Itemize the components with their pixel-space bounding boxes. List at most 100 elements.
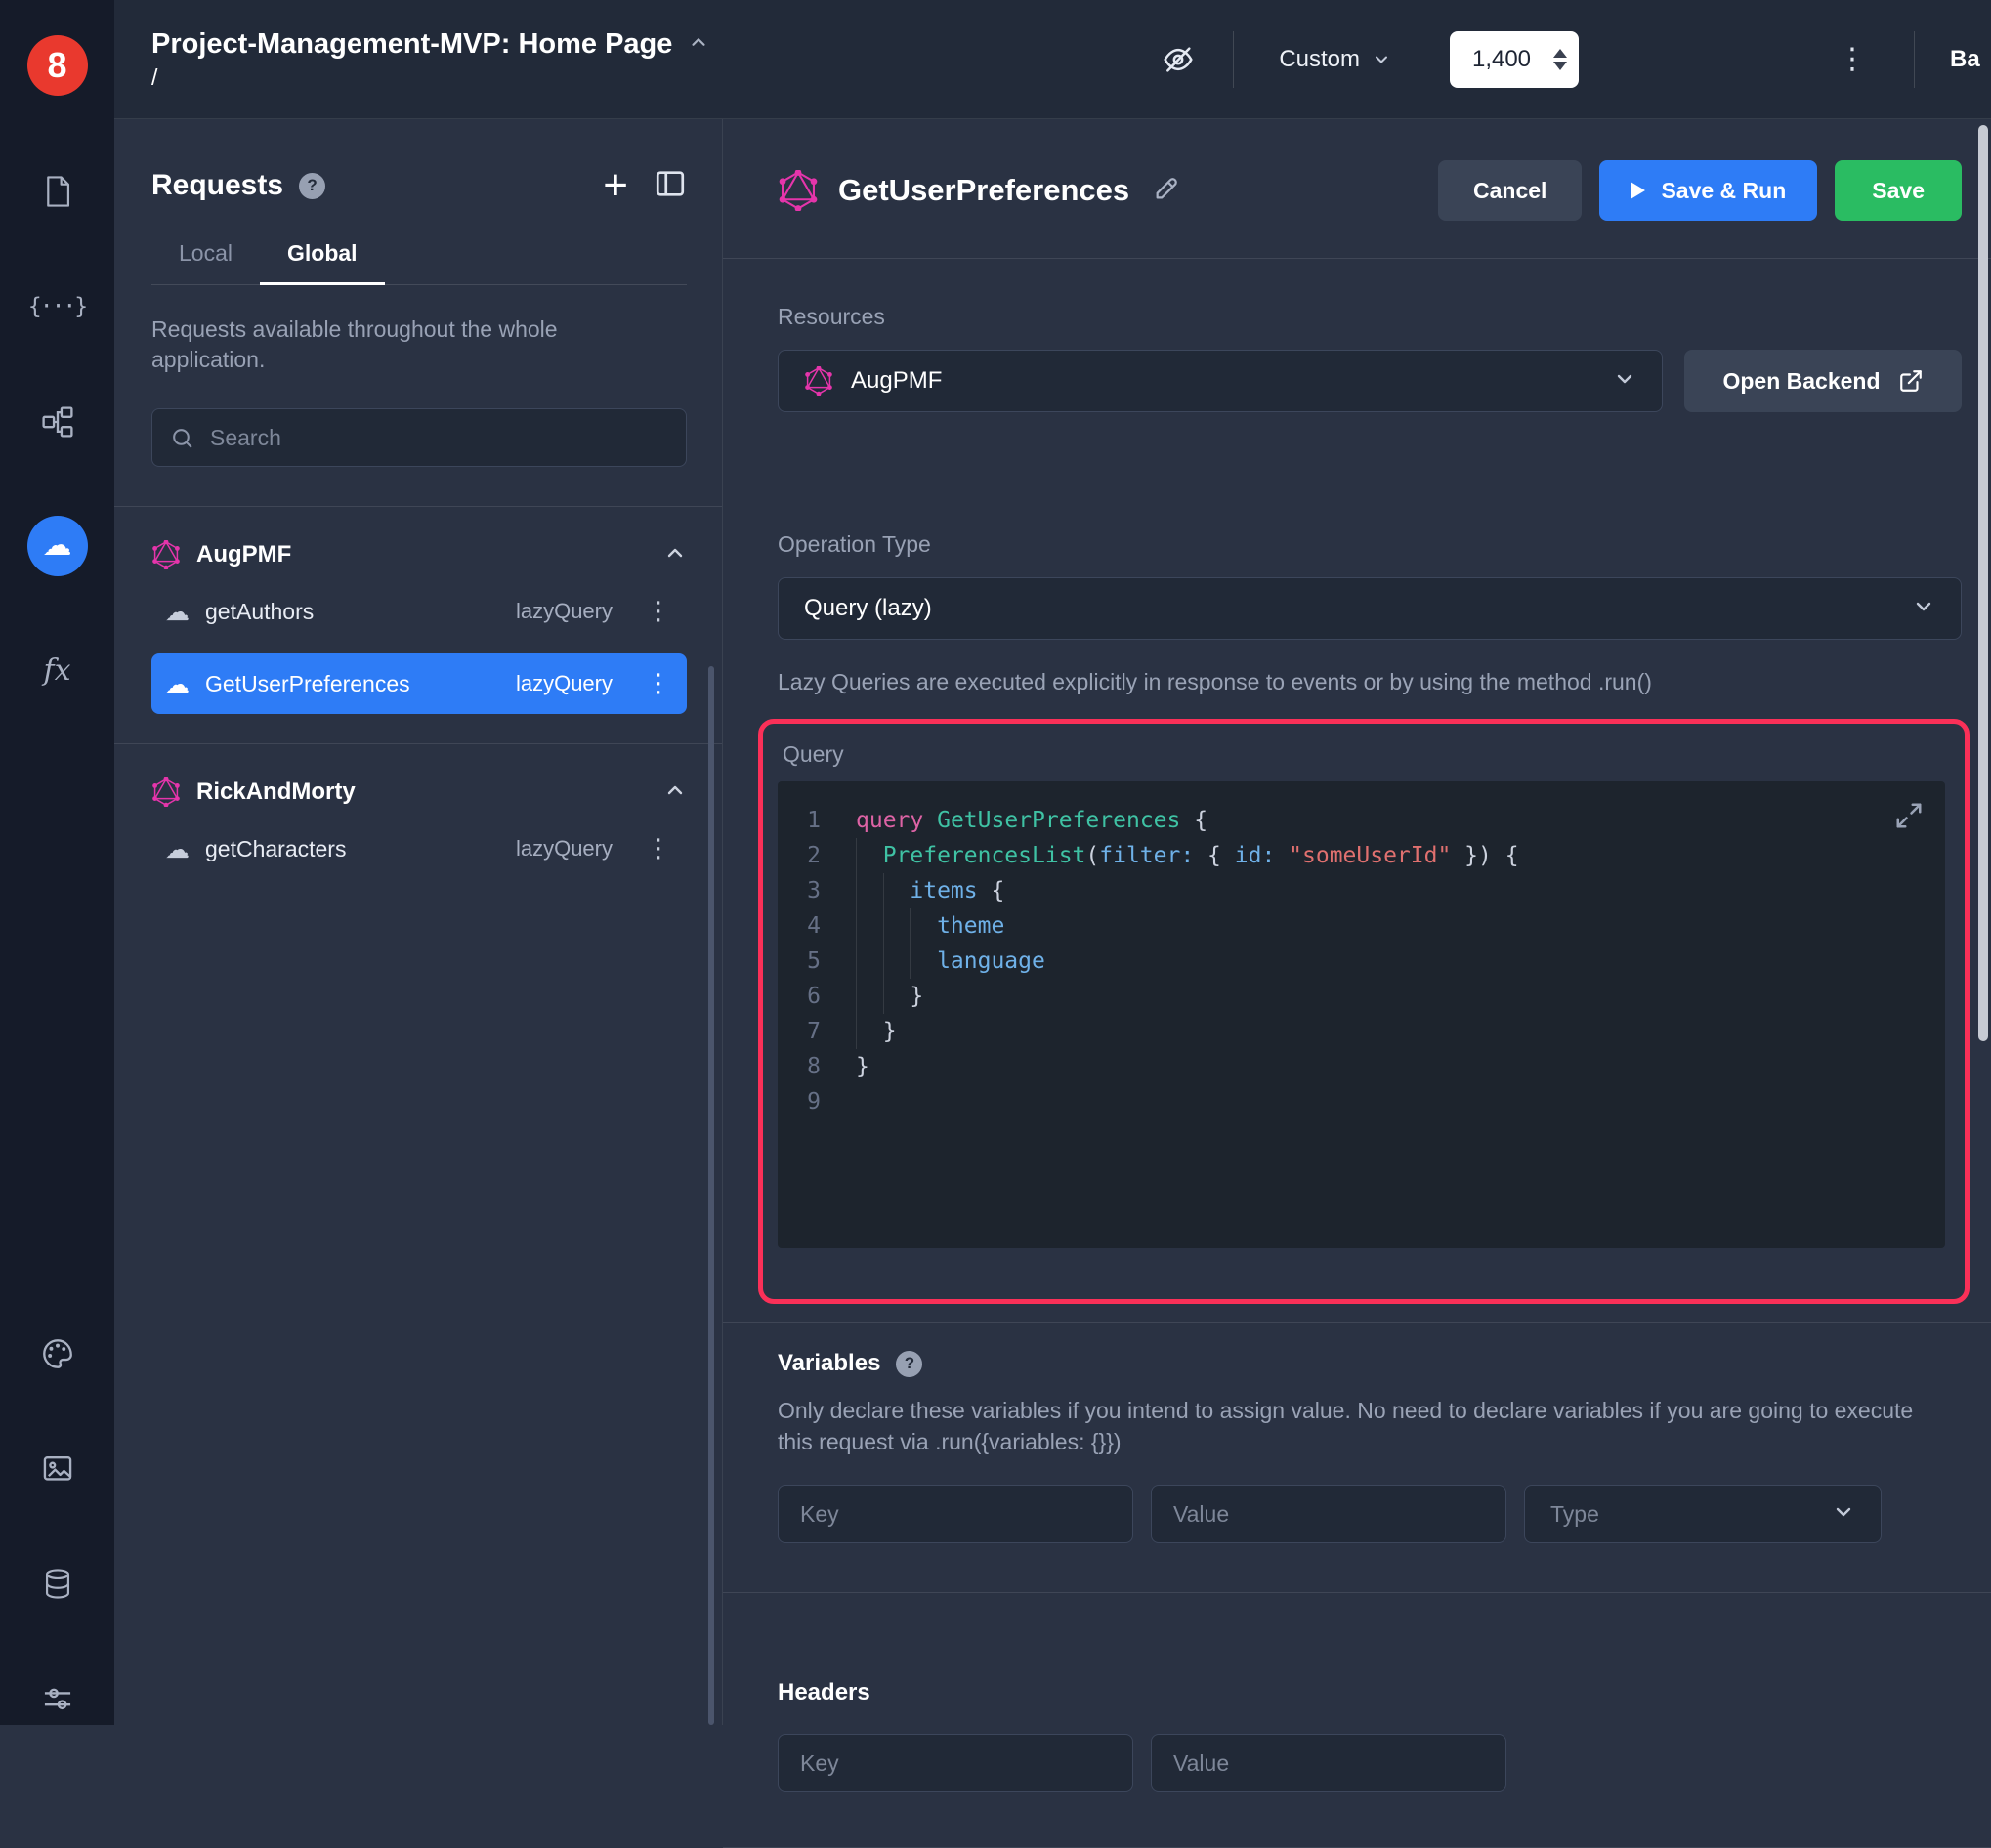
play-icon	[1631, 182, 1646, 199]
right-column: Project-Management-MVP: Home Page / Cust…	[114, 0, 1991, 1848]
state-nav-button[interactable]: {···}	[28, 285, 88, 328]
headers-key-field[interactable]	[778, 1734, 1133, 1793]
headers-value-field[interactable]	[1151, 1734, 1506, 1793]
request-item-getcharacters[interactable]: ☁ getCharacters lazyQuery ⋮	[151, 819, 687, 879]
palette-icon	[42, 1339, 72, 1368]
theme-nav-button[interactable]	[36, 1332, 79, 1375]
clipped-right-label[interactable]: Ba	[1950, 46, 1991, 73]
rename-button[interactable]	[1153, 175, 1180, 207]
cloud-icon: ☁	[165, 669, 190, 698]
save-and-run-label: Save & Run	[1661, 177, 1787, 203]
save-button[interactable]: Save	[1835, 160, 1962, 221]
stepper-arrows[interactable]	[1553, 48, 1579, 70]
graphql-icon	[805, 366, 832, 396]
topbar-menu-button[interactable]: ⋮	[1828, 42, 1877, 76]
topbar-divider	[1233, 30, 1235, 88]
divider	[723, 1322, 1991, 1323]
collapse-group-button[interactable]	[663, 778, 687, 807]
canvas-width-stepper[interactable]: 1,400	[1450, 30, 1579, 88]
tab-local[interactable]: Local	[151, 240, 260, 284]
variables-title: Variables	[778, 1350, 881, 1376]
search-input[interactable]: Search	[151, 408, 687, 468]
lazy-query-hint: Lazy Queries are executed explicitly in …	[778, 669, 1652, 694]
preview-visibility-button[interactable]	[1163, 44, 1194, 75]
pencil-icon	[1156, 177, 1177, 198]
pages-nav-button[interactable]	[36, 170, 79, 213]
request-item-getuserpreferences-selected[interactable]: ☁ GetUserPreferences lazyQuery ⋮	[151, 653, 687, 715]
document-icon	[46, 176, 69, 207]
requests-nav-button-active[interactable]: ☁	[26, 516, 88, 576]
divider	[723, 1592, 1991, 1594]
variables-help-icon[interactable]: ?	[896, 1350, 923, 1377]
variables-key-field[interactable]	[778, 1485, 1133, 1544]
cloud-icon: ☁	[42, 528, 72, 563]
app-logo[interactable]: 8	[26, 35, 88, 96]
variables-value-field[interactable]	[1151, 1485, 1506, 1544]
chevron-up-icon[interactable]	[688, 31, 709, 58]
request-item-getauthors[interactable]: ☁ getAuthors lazyQuery ⋮	[151, 581, 687, 642]
resource-select[interactable]: AugPMF	[778, 350, 1663, 412]
chevron-up-icon	[667, 548, 683, 557]
operation-type-value: Query (lazy)	[804, 595, 932, 621]
page-title: Project-Management-MVP: Home Page	[151, 27, 673, 60]
variables-type-select[interactable]: Type	[1524, 1485, 1882, 1544]
headers-title: Headers	[778, 1679, 870, 1706]
request-menu-button[interactable]: ⋮	[628, 834, 671, 863]
cloud-icon: ☁	[165, 834, 190, 863]
expand-editor-button[interactable]	[1894, 801, 1924, 841]
add-request-button[interactable]: +	[603, 164, 628, 207]
topbar-right: Custom 1,400 ⋮ Ba	[1163, 30, 1991, 88]
expand-icon	[1896, 803, 1922, 828]
collapse-group-button[interactable]	[663, 541, 687, 569]
operation-type-select[interactable]: Query (lazy)	[778, 577, 1962, 640]
code-lines: 1 query GetUserPreferences {2 Preferences…	[807, 808, 1519, 1114]
open-backend-label: Open Backend	[1722, 367, 1881, 394]
tab-global[interactable]: Global	[259, 240, 385, 285]
save-and-run-button[interactable]: Save & Run	[1599, 160, 1818, 221]
request-menu-button[interactable]: ⋮	[628, 669, 671, 698]
query-code-editor[interactable]: 1 query GetUserPreferences {2 Preferences…	[778, 781, 1945, 1248]
stepper-up-icon[interactable]	[1553, 48, 1567, 58]
graphql-icon	[152, 540, 180, 570]
chevron-down-icon	[1376, 56, 1387, 63]
request-name: getCharacters	[205, 835, 347, 861]
requests-scrollbar[interactable]	[708, 666, 714, 1725]
divider	[114, 506, 722, 508]
external-link-icon	[1899, 370, 1922, 392]
logo-glyph: 8	[47, 45, 67, 85]
code-braces-icon: {···}	[27, 294, 88, 319]
main-scrollbar[interactable]	[1978, 125, 1988, 1041]
page-selector[interactable]: Project-Management-MVP: Home Page /	[151, 28, 709, 91]
stepper-down-icon[interactable]	[1553, 61, 1567, 70]
rail-top-group: {···} ☁ fx	[26, 170, 88, 692]
request-menu-button[interactable]: ⋮	[628, 597, 671, 626]
open-backend-button[interactable]: Open Backend	[1684, 350, 1962, 412]
components-nav-button[interactable]	[36, 400, 79, 443]
requests-title: Requests	[151, 169, 284, 201]
graphql-icon	[152, 777, 180, 808]
breakpoint-label: Custom	[1279, 45, 1360, 72]
request-group-augpmf[interactable]: AugPMF	[151, 540, 687, 570]
group-name: AugPMF	[196, 541, 292, 568]
settings-nav-button[interactable]	[36, 1678, 79, 1721]
requests-help-icon[interactable]: ?	[299, 172, 326, 199]
assets-nav-button[interactable]	[36, 1448, 79, 1491]
variables-description: Only declare these variables if you inte…	[778, 1398, 1914, 1455]
cancel-button[interactable]: Cancel	[1438, 160, 1583, 221]
requests-panel: Requests ? + Local Global Requests avail…	[114, 119, 723, 1725]
requests-description: Requests available throughout the whole …	[151, 316, 558, 373]
request-kind-badge: lazyQuery	[515, 836, 613, 861]
data-nav-button[interactable]	[36, 1563, 79, 1606]
panel-toggle-button[interactable]	[654, 167, 687, 205]
page-path: /	[151, 63, 158, 90]
breakpoint-select[interactable]: Custom	[1279, 46, 1391, 73]
request-group-rickandmorty[interactable]: RickAndMorty	[151, 777, 687, 808]
query-label: Query	[783, 741, 844, 767]
divider	[723, 258, 1991, 259]
search-placeholder: Search	[210, 424, 281, 450]
divider	[114, 743, 722, 745]
functions-nav-button[interactable]: fx	[36, 649, 79, 692]
resources-label: Resources	[778, 304, 885, 329]
request-kind-badge: lazyQuery	[515, 671, 613, 696]
chevron-up-icon	[667, 785, 683, 794]
